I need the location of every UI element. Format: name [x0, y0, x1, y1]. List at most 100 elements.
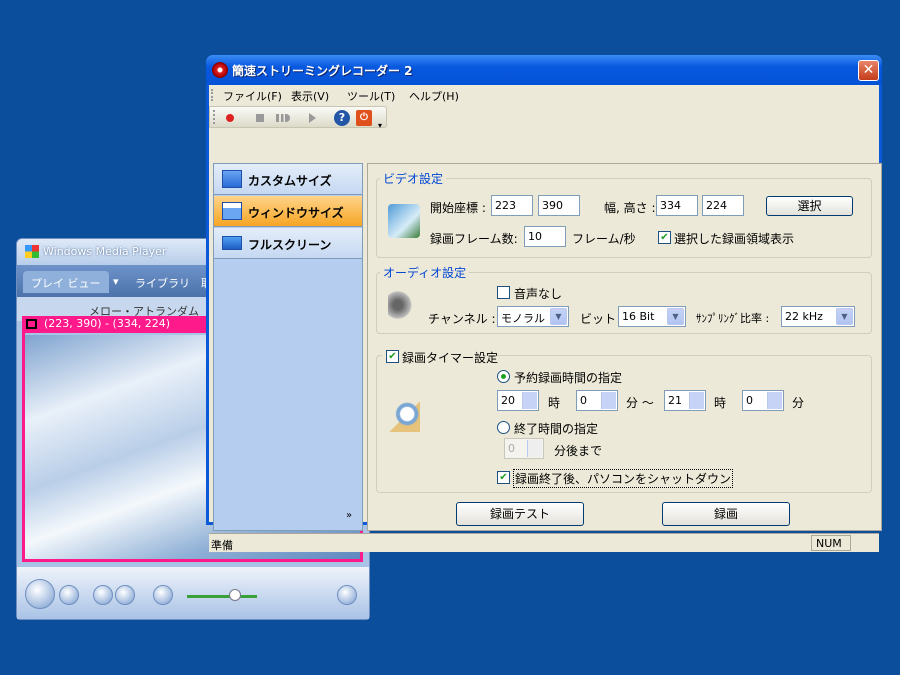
status-bar: 準備 NUM [209, 533, 879, 552]
window-size-icon [222, 202, 242, 220]
after-minutes-value: 0 [508, 442, 515, 455]
height-input[interactable]: 224 [702, 195, 744, 216]
record-app-icon [212, 62, 228, 78]
menu-file[interactable]: ファイル(F) [219, 87, 286, 105]
next-button[interactable] [115, 585, 135, 605]
bit-value: 16 Bit [622, 310, 655, 323]
shutdown-label: 録画終了後、パソコンをシャットダウン [513, 469, 734, 488]
menu-grip [211, 89, 214, 101]
stop-button[interactable] [59, 585, 79, 605]
nav-window-size[interactable]: ウィンドウサイズ [214, 196, 362, 227]
rate-select[interactable]: 22 kHz ▼ [781, 306, 855, 327]
record-test-button[interactable]: 録画テスト [456, 502, 584, 526]
spin-arrows-icon[interactable] [527, 440, 542, 457]
timer-group-title: 録画タイマー設定 [402, 351, 499, 365]
volume-slider[interactable] [187, 595, 257, 598]
channel-select[interactable]: モノラル ▼ [497, 306, 569, 327]
start-y-input[interactable]: 390 [538, 195, 580, 216]
nav-label: ウィンドウサイズ [248, 206, 344, 220]
show-area-checkbox[interactable]: ✔ [658, 231, 671, 244]
end-time-radio[interactable] [497, 421, 510, 434]
custom-size-icon [222, 170, 242, 188]
toolbar-grip [213, 110, 216, 124]
menu-bar: ファイル(F) 表示(V) ツール(T) ヘルプ(H) [209, 85, 879, 105]
nav-full-screen[interactable]: フルスクリーン [214, 228, 362, 259]
audio-group-title: オーディオ設定 [380, 264, 470, 281]
volume-knob[interactable] [229, 589, 241, 601]
tab-library[interactable]: ライブラリ [127, 271, 198, 293]
start-minute-spinner[interactable]: 0 [576, 390, 618, 411]
tab-dropdown[interactable]: ▾ [105, 271, 127, 293]
minute-tilde: 分 〜 [626, 396, 654, 410]
after-minutes-spinner[interactable]: 0 [504, 438, 544, 459]
client-area: ファイル(F) 表示(V) ツール(T) ヘルプ(H) ? ⏻ ▾ カスタムサイ… [209, 85, 882, 552]
play-icon[interactable] [304, 110, 320, 126]
switch-mode-button[interactable] [337, 585, 357, 605]
spin-arrows-icon[interactable] [522, 392, 537, 409]
play-button[interactable] [25, 579, 55, 609]
frames-label: 録画フレーム数: [430, 232, 518, 246]
scheduled-time-label: 予約録画時間の指定 [514, 371, 623, 385]
start-hour-spinner[interactable]: 20 [497, 390, 539, 411]
end-time-label: 終了時間の指定 [514, 422, 599, 436]
timer-checkbox[interactable]: ✔ [386, 350, 399, 363]
start-coords-label: 開始座標 : [430, 201, 486, 215]
close-button[interactable]: ✕ [858, 60, 879, 81]
expand-more-icon[interactable]: » [346, 510, 352, 521]
menu-tools[interactable]: ツール(T) [343, 87, 399, 105]
channel-label: チャンネル : [428, 312, 496, 326]
record-icon[interactable] [222, 110, 238, 126]
end-hour-value: 21 [668, 394, 682, 407]
spin-arrows-icon[interactable] [689, 392, 704, 409]
toolbar: ? ⏻ ▾ [209, 106, 387, 130]
channel-value: モノラル [501, 312, 545, 325]
titlebar[interactable]: 簡速ストリーミングレコーダー 2 ✕ [206, 55, 882, 85]
wmp-title: Windows Media Player [43, 245, 167, 258]
num-lock-indicator: NUM [811, 535, 851, 551]
chevron-down-icon[interactable]: ▾ [378, 121, 382, 130]
after-minutes-unit: 分後まで [554, 444, 603, 458]
help-icon[interactable]: ? [334, 110, 350, 126]
rate-value: 22 kHz [785, 310, 823, 323]
spin-arrows-icon[interactable] [601, 392, 616, 409]
bit-select[interactable]: 16 Bit ▼ [618, 306, 686, 327]
recorder-window: 簡速ストリーミングレコーダー 2 ✕ ファイル(F) 表示(V) ツール(T) … [206, 55, 882, 552]
nav-custom-size[interactable]: カスタムサイズ [214, 164, 362, 195]
start-x-input[interactable]: 223 [491, 195, 533, 216]
frames-unit: フレーム/秒 [572, 232, 636, 246]
menu-view[interactable]: 表示(V) [287, 87, 333, 105]
mute-button[interactable] [153, 585, 173, 605]
start-hour-value: 20 [501, 394, 515, 407]
select-area-button[interactable]: 選択 [766, 196, 853, 216]
frames-input[interactable]: 10 [524, 226, 566, 247]
power-icon[interactable]: ⏻ [356, 110, 372, 126]
size-mode-nav: カスタムサイズ ウィンドウサイズ フルスクリーン » [213, 163, 363, 531]
video-group-title: ビデオ設定 [380, 170, 447, 187]
mute-checkbox[interactable] [497, 286, 510, 299]
width-input[interactable]: 334 [656, 195, 698, 216]
speaker-icon [388, 290, 416, 320]
stop-icon[interactable] [252, 110, 268, 126]
chevron-down-icon[interactable]: ▼ [836, 308, 853, 325]
video-settings-icon [388, 204, 420, 238]
windows-logo-icon [25, 245, 39, 258]
show-area-label: 選択した録画領域表示 [674, 232, 795, 246]
end-minute-spinner[interactable]: 0 [742, 390, 784, 411]
window-title: 簡速ストリーミングレコーダー 2 [232, 64, 413, 78]
record-button[interactable]: 録画 [662, 502, 790, 526]
end-minute-value: 0 [746, 394, 753, 407]
pause-record-icon[interactable] [272, 110, 294, 126]
settings-panel: ビデオ設定 開始座標 : 223 390 幅, 高さ : 334 224 選択 … [367, 163, 882, 531]
hour-unit: 時 [548, 396, 561, 410]
tab-play-view[interactable]: プレイ ビュー [23, 271, 109, 293]
menu-help[interactable]: ヘルプ(H) [405, 87, 463, 105]
chevron-down-icon[interactable]: ▼ [667, 308, 684, 325]
scheduled-time-radio[interactable] [497, 370, 510, 383]
hour-unit-2: 時 [714, 396, 727, 410]
end-hour-spinner[interactable]: 21 [664, 390, 706, 411]
chevron-down-icon[interactable]: ▼ [550, 308, 567, 325]
spin-arrows-icon[interactable] [767, 392, 782, 409]
previous-button[interactable] [93, 585, 113, 605]
size-label: 幅, 高さ : [604, 201, 656, 215]
shutdown-checkbox[interactable]: ✔ [497, 471, 510, 484]
